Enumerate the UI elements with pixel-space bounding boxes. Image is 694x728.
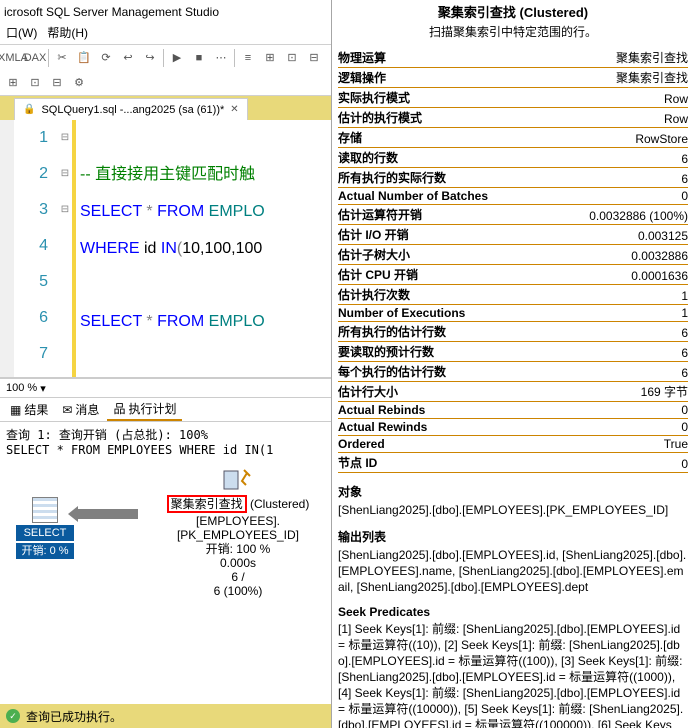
status-bar: ✓ 查询已成功执行。 (0, 704, 331, 728)
property-row: 估计子树大小0.0032886 (338, 245, 688, 265)
toolbar: XMLA DAX ✂ 📋 ⟳ ↩ ↪ ▶ ■ ⋯ ≡ ⊞ ⊡ ⊟ ⊞ ⊡ ⊟ ⚙ (0, 44, 331, 96)
tb-cut-icon[interactable]: ✂ (53, 49, 71, 67)
property-row: 估计运算符开销0.0032886 (100%) (338, 205, 688, 225)
tab-results[interactable]: ▦结果 (4, 399, 54, 420)
zoom-value[interactable]: 100 % (6, 382, 37, 394)
seek-cost: 开销: 100 % (138, 542, 331, 556)
property-row: 所有执行的估计行数6 (338, 322, 688, 342)
property-row: Number of Executions1 (338, 305, 688, 322)
tb-grid3-icon[interactable]: ⊡ (283, 49, 301, 67)
select-label: SELECT (16, 525, 74, 541)
results-tabs: ▦结果 ✉消息 品执行计划 (0, 398, 331, 422)
plan-icon: 品 (113, 400, 125, 417)
tb-xmla-icon[interactable]: XMLA (4, 49, 22, 67)
seek-predicates-value: [1] Seek Keys[1]: 前缀: [ShenLiang2025].[d… (338, 621, 688, 728)
seek-rows-2: 6 (100%) (138, 584, 331, 598)
execution-plan-area[interactable]: 查询 1: 查询开销 (占总批): 100% SELECT * FROM EMP… (0, 422, 331, 648)
tab-execution-plan[interactable]: 品执行计划 (107, 398, 182, 421)
tb-redo-icon[interactable]: ↪ (141, 49, 159, 67)
property-row: 估计行大小169 字节 (338, 382, 688, 402)
menu-window[interactable]: 口(W) (6, 24, 37, 44)
tb-dax-icon[interactable]: DAX (26, 49, 44, 67)
property-row: 每个执行的估计行数6 (338, 362, 688, 382)
lock-icon: 🔒 (23, 104, 35, 115)
select-cost: 开销: 0 % (16, 543, 74, 559)
property-row: 估计的执行模式Row (338, 108, 688, 128)
tb-sep (163, 49, 164, 67)
tb-sep (234, 49, 235, 67)
property-row: 所有执行的实际行数6 (338, 168, 688, 188)
plan-node-select[interactable]: SELECT 开销: 0 % (16, 497, 74, 559)
tb-stop-icon[interactable]: ■ (190, 49, 208, 67)
plan-arrow (76, 509, 138, 519)
object-header: 对象 (338, 483, 688, 500)
tb-sep (48, 49, 49, 67)
tb-undo-icon[interactable]: ↩ (119, 49, 137, 67)
plan-graph: SELECT 开销: 0 % 聚集索引查找 (Clustered) [EMPLO… (6, 467, 325, 587)
code-area[interactable]: -- 直接接用主键匹配时触 SELECT * FROM EMPLO WHERE … (76, 120, 331, 377)
tooltip-subtitle: 扫描聚集索引中特定范围的行。 (338, 23, 688, 40)
plan-query-header: 查询 1: 查询开销 (占总批): 100% (6, 426, 325, 443)
property-row: 要读取的预计行数6 (338, 342, 688, 362)
grid-icon: ▦ (10, 403, 21, 417)
tb-grid4-icon[interactable]: ⊟ (305, 49, 323, 67)
select-node-icon (32, 497, 58, 523)
file-tab[interactable]: 🔒 SQLQuery1.sql -...ang2025 (sa (61))* ✕ (14, 98, 248, 120)
plan-node-seek[interactable]: 聚集索引查找 (Clustered) [EMPLOYEES].[PK_EMPLO… (138, 467, 331, 598)
tb-paste-icon[interactable]: ⟳ (97, 49, 115, 67)
tb-grid6-icon[interactable]: ⊡ (26, 74, 44, 92)
tb-grid5-icon[interactable]: ⊞ (4, 74, 22, 92)
object-value: [ShenLiang2025].[dbo].[EMPLOYEES].[PK_EM… (338, 502, 688, 518)
property-row: 估计 CPU 开销0.0001636 (338, 265, 688, 285)
tb-more-icon[interactable]: ⋯ (212, 49, 230, 67)
seek-rows-1: 6 / (138, 570, 331, 584)
breakpoint-margin[interactable] (0, 120, 14, 377)
property-row: 实际执行模式Row (338, 88, 688, 108)
output-header: 输出列表 (338, 528, 688, 545)
property-row: 逻辑操作聚集索引查找 (338, 68, 688, 88)
menu-help[interactable]: 帮助(H) (47, 24, 88, 44)
file-tab-label: SQLQuery1.sql -...ang2025 (sa (61))* (41, 104, 224, 116)
property-row: 节点 ID0 (338, 453, 688, 473)
tab-messages[interactable]: ✉消息 (56, 399, 105, 420)
property-row: Actual Rebinds0 (338, 402, 688, 419)
status-text: 查询已成功执行。 (26, 708, 122, 725)
success-icon: ✓ (6, 709, 20, 723)
seek-node-icon (222, 467, 254, 493)
tooltip-title: 聚集索引查找 (Clustered) (338, 0, 688, 21)
tb-grid1-icon[interactable]: ≡ (239, 49, 257, 67)
line-numbers: 1234567 (14, 120, 58, 377)
property-row: 物理运算聚集索引查找 (338, 48, 688, 68)
tb-copy-icon[interactable]: 📋 (75, 49, 93, 67)
code-comment: -- 直接接用主键匹配时触 (80, 166, 255, 183)
close-tab-icon[interactable]: ✕ (230, 104, 238, 115)
tooltip-properties: 聚集索引查找 (Clustered) 扫描聚集索引中特定范围的行。 物理运算聚集… (332, 0, 694, 728)
plan-sql: SELECT * FROM EMPLOYEES WHERE id IN(1 (6, 443, 325, 457)
tb-settings-icon[interactable]: ⚙ (70, 74, 88, 92)
message-icon: ✉ (62, 403, 72, 417)
seek-index: [EMPLOYEES].[PK_EMPLOYEES_ID] (138, 514, 331, 542)
tb-grid7-icon[interactable]: ⊟ (48, 74, 66, 92)
sql-editor[interactable]: 1234567 ⊟⊟⊟ -- 直接接用主键匹配时触 SELECT * FROM … (0, 120, 331, 378)
output-value: [ShenLiang2025].[dbo].[EMPLOYEES].id, [S… (338, 547, 688, 595)
property-row: 估计执行次数1 (338, 285, 688, 305)
title-bar: icrosoft SQL Server Management Studio (0, 0, 331, 24)
seek-predicates-header: Seek Predicates (338, 605, 688, 619)
zoom-bar[interactable]: 100 % ▾ (0, 378, 331, 398)
property-row: Actual Number of Batches0 (338, 188, 688, 205)
property-row: Actual Rewinds0 (338, 419, 688, 436)
tb-execute-icon[interactable]: ▶ (168, 49, 186, 67)
property-row: OrderedTrue (338, 436, 688, 453)
property-row: 存储RowStore (338, 128, 688, 148)
tab-strip: 🔒 SQLQuery1.sql -...ang2025 (sa (61))* ✕ (0, 96, 331, 120)
properties-table: 物理运算聚集索引查找逻辑操作聚集索引查找实际执行模式Row估计的执行模式Row存… (338, 48, 688, 473)
property-row: 读取的行数6 (338, 148, 688, 168)
fold-margin[interactable]: ⊟⊟⊟ (58, 120, 72, 377)
property-row: 估计 I/O 开销0.003125 (338, 225, 688, 245)
menu-bar: 口(W) 帮助(H) (0, 24, 331, 44)
seek-label-highlighted: 聚集索引查找 (167, 495, 247, 513)
tb-grid2-icon[interactable]: ⊞ (261, 49, 279, 67)
seek-time: 0.000s (138, 556, 331, 570)
